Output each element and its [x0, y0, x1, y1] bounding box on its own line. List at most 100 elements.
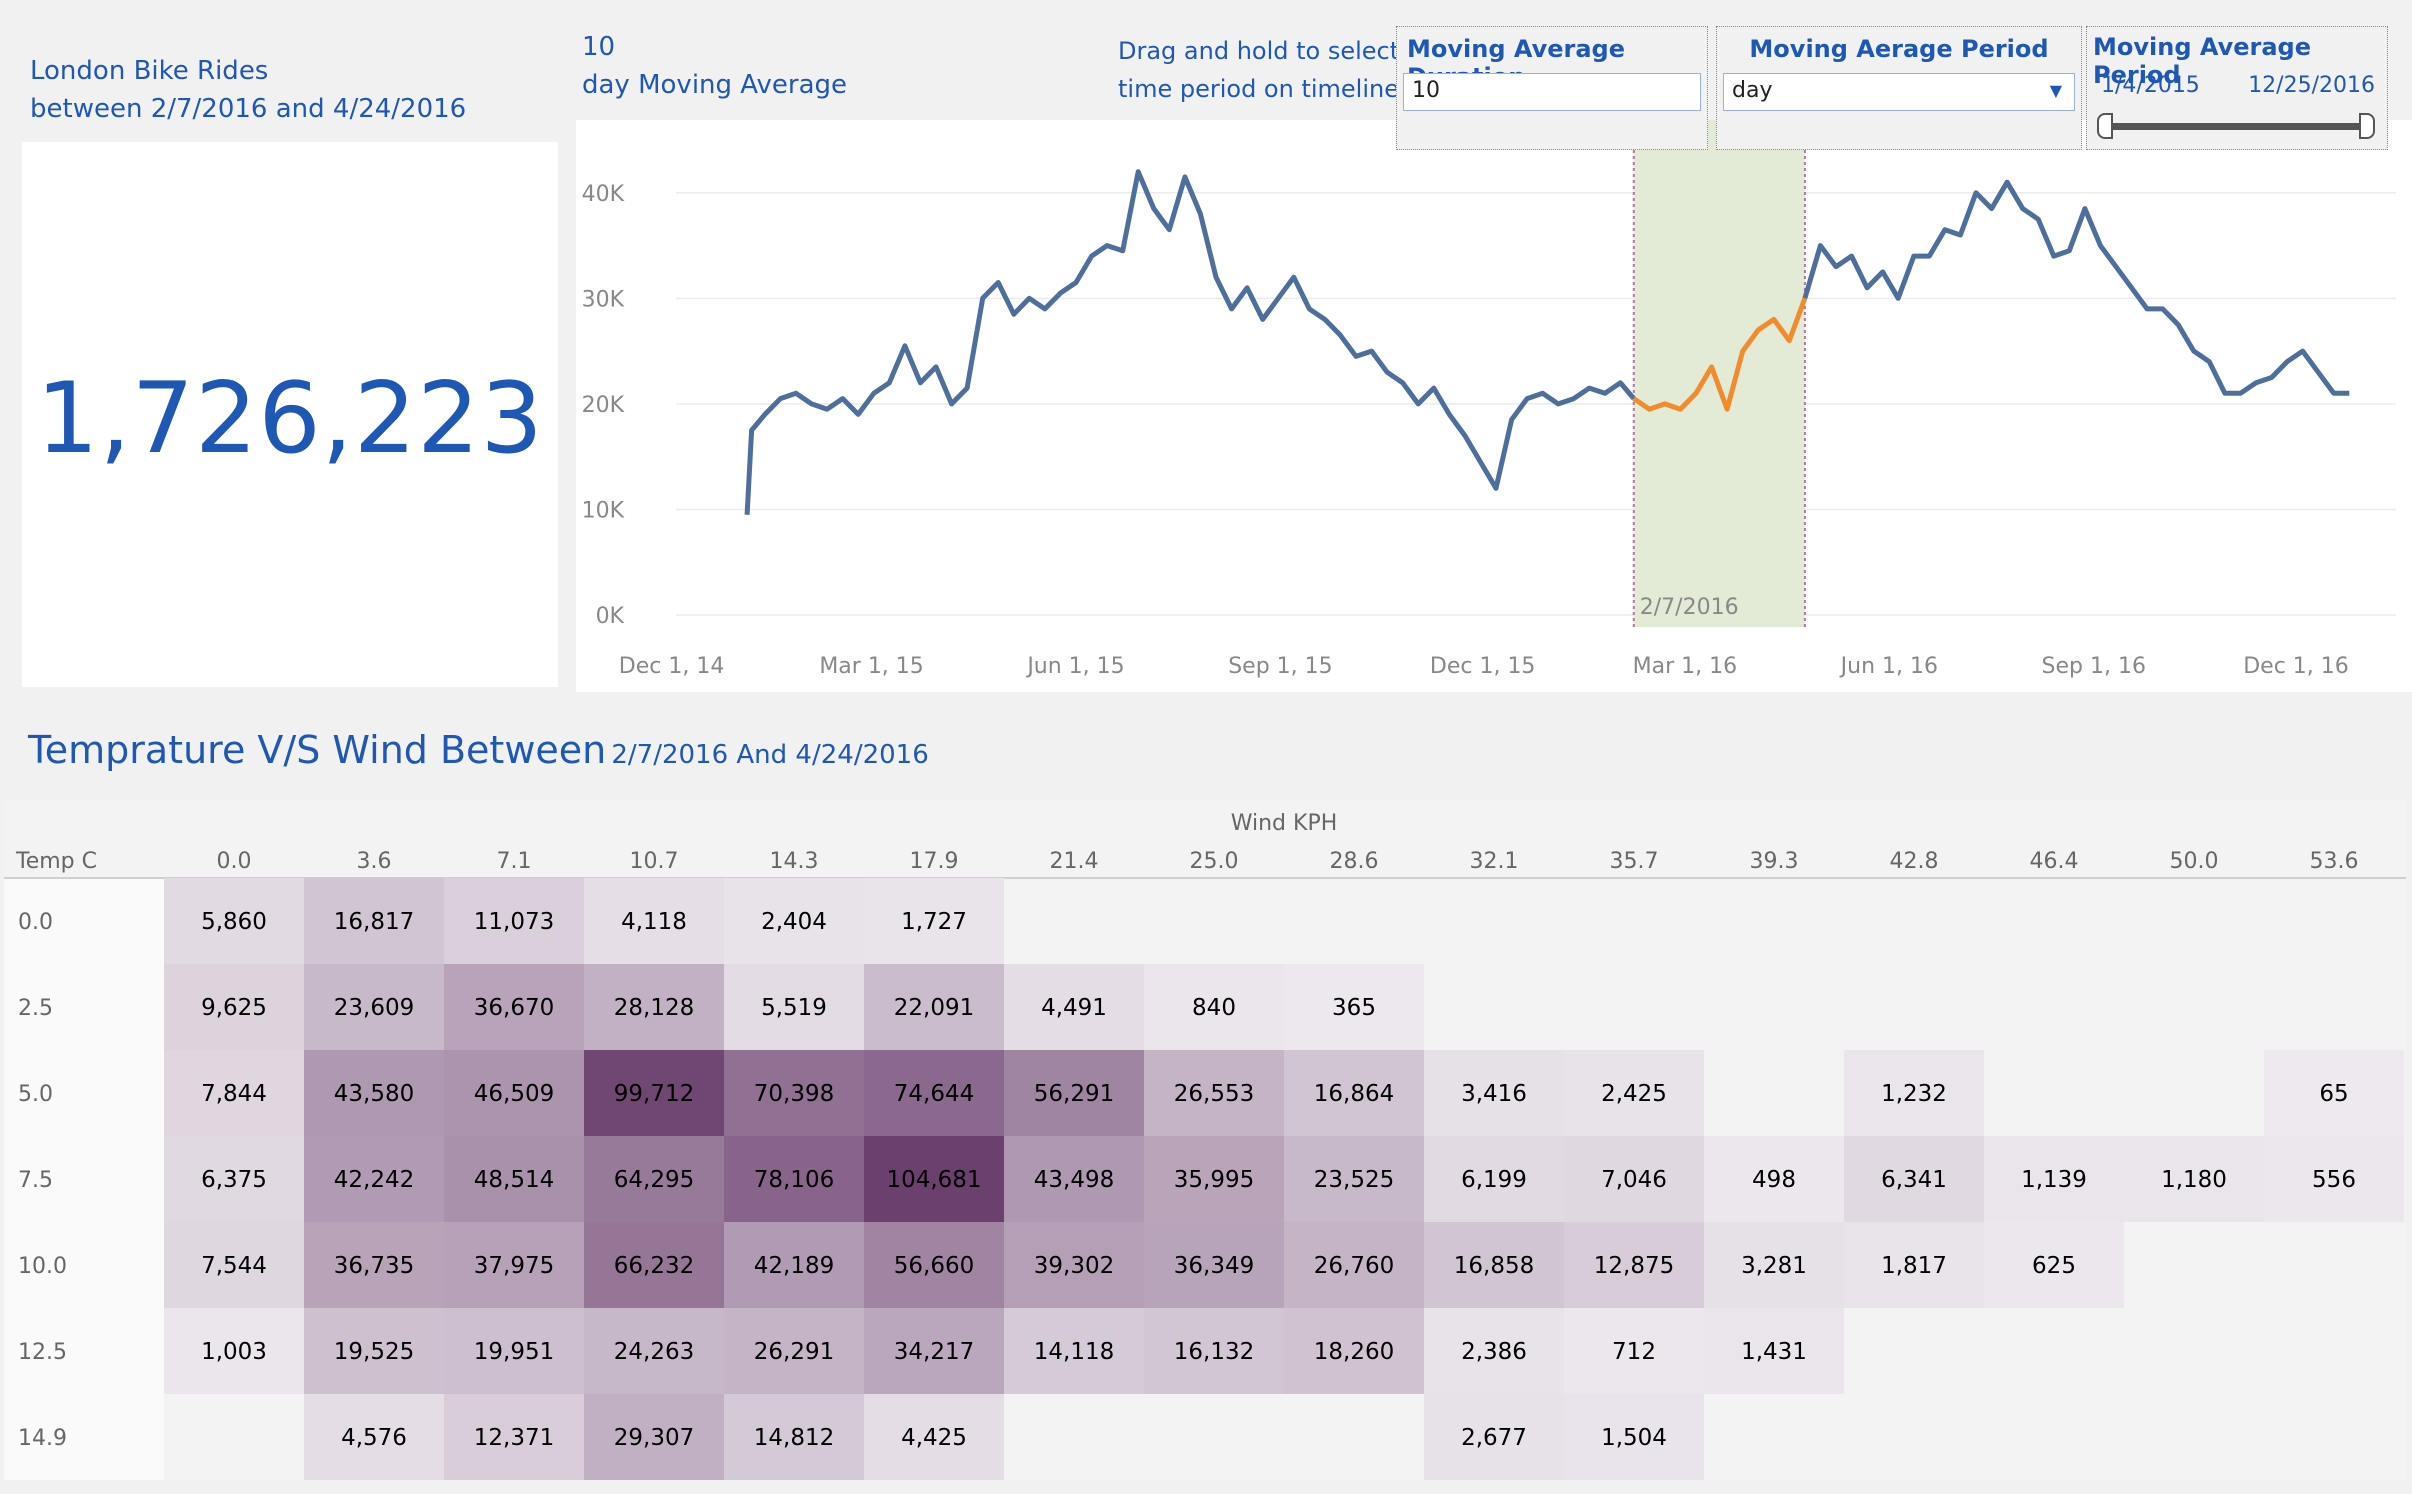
heatmap-cell-label: 1,817 [1881, 1253, 1947, 1279]
heatmap-cell-label: 43,580 [334, 1081, 414, 1107]
heatmap-cell-label: 36,735 [334, 1253, 414, 1279]
heatmap-cell-label: 1,431 [1741, 1339, 1807, 1365]
heatmap-cell-label: 12,371 [474, 1425, 554, 1451]
heatmap-cell-label: 56,660 [894, 1253, 974, 1279]
x-tick-label: Sep 1, 15 [1228, 654, 1332, 679]
heatmap-cell-label: 7,046 [1601, 1167, 1667, 1193]
heatmap-cell-label: 7,844 [201, 1081, 267, 1107]
heatmap-cell-label: 19,951 [474, 1339, 554, 1365]
heatmap-cell-label: 34,217 [894, 1339, 974, 1365]
heatmap-cell-label: 6,341 [1881, 1167, 1947, 1193]
heatmap-cell-label: 1,139 [2021, 1167, 2087, 1193]
column-header: 21.4 [1050, 849, 1099, 874]
heatmap-title-sub: 2/7/2016 And 4/24/2016 [611, 740, 929, 770]
heatmap-cell-label: 16,858 [1454, 1253, 1534, 1279]
heatmap-cell-label: 1,727 [901, 909, 967, 935]
heatmap-cell-label: 7,544 [201, 1253, 267, 1279]
heatmap-cell-label: 26,760 [1314, 1253, 1394, 1279]
heatmap-cell-label: 23,609 [334, 995, 414, 1021]
heatmap-cell-label: 29,307 [614, 1425, 694, 1451]
range-start-handle[interactable] [2097, 113, 2113, 139]
y-tick-label: 30K [582, 287, 625, 312]
row-header: 10.0 [18, 1254, 67, 1279]
heatmap-cell-label: 5,860 [201, 909, 267, 935]
duration-input[interactable]: 10 [1403, 73, 1701, 111]
line-chart-panel[interactable]: 0K 10K 20K 30K 40K Dec 1, 14 Mar 1, 15 Jun 1, 1… [576, 120, 2412, 692]
column-header: 14.3 [770, 849, 819, 874]
heatmap-cell-label: 9,625 [201, 995, 267, 1021]
range-end: 12/25/2016 [2248, 73, 2375, 98]
column-header: 28.6 [1330, 849, 1379, 874]
heatmap-cell-label: 64,295 [614, 1167, 694, 1193]
drag-hint: Drag and hold to select time period on t… [1118, 32, 1399, 108]
heatmap-cell-label: 556 [2312, 1167, 2356, 1193]
column-header: 3.6 [357, 849, 392, 874]
heatmap-cell-label: 26,291 [754, 1339, 834, 1365]
heatmap-cell-label: 16,132 [1174, 1339, 1254, 1365]
heatmap-cell-label: 24,263 [614, 1339, 694, 1365]
column-header: 39.3 [1750, 849, 1799, 874]
temperature-wind-heatmap[interactable]: Wind KPH Temp C 0.0 3.6 7.1 10.7 14.3 17.9 21.4 2… [4, 800, 2406, 1481]
heatmap-cell-label: 56,291 [1034, 1081, 1114, 1107]
heatmap-cell-label: 14,118 [1034, 1339, 1114, 1365]
heatmap-cell-label: 42,189 [754, 1253, 834, 1279]
heatmap-cell-label: 104,681 [886, 1167, 981, 1193]
series-line-before-selection[interactable] [744, 169, 1636, 515]
heatmap-cell-label: 4,576 [341, 1425, 407, 1451]
y-tick-label: 40K [582, 182, 625, 207]
heatmap-cell-label: 3,281 [1741, 1253, 1807, 1279]
y-tick-label: 0K [596, 604, 625, 629]
moving-average-duration-text: 10 [582, 32, 616, 62]
heatmap-cell-label: 16,817 [334, 909, 414, 935]
heatmap-cell-label: 39,302 [1034, 1253, 1114, 1279]
heatmap-cell-label: 1,232 [1881, 1081, 1947, 1107]
column-header: 7.1 [497, 849, 532, 874]
moving-average-line-chart[interactable]: 0K 10K 20K 30K 40K Dec 1, 14 Mar 1, 15 Jun 1, 1… [576, 120, 2412, 692]
y-tick-label: 20K [582, 393, 625, 418]
heatmap-cell-label: 37,975 [474, 1253, 554, 1279]
selection-band[interactable] [1633, 120, 1805, 627]
column-header: 25.0 [1190, 849, 1239, 874]
row-header: 0.0 [18, 910, 53, 935]
heatmap-cell-label: 712 [1612, 1339, 1656, 1365]
period-control: Moving Aerage Period day ▼ [1716, 26, 2082, 150]
heatmap-cell-label: 1,180 [2161, 1167, 2227, 1193]
heatmap-cell-label: 6,375 [201, 1167, 267, 1193]
drag-hint-line2: time period on timeline [1118, 75, 1399, 103]
heatmap-cell-label: 4,491 [1041, 995, 1107, 1021]
row-header: 2.5 [18, 996, 53, 1021]
heatmap-cell-label: 43,498 [1034, 1167, 1114, 1193]
heatmap-cell-label: 22,091 [894, 995, 974, 1021]
series-line-after-selection[interactable] [1802, 179, 2350, 396]
column-header: 35.7 [1610, 849, 1659, 874]
heatmap-cell-label: 12,875 [1594, 1253, 1674, 1279]
period-select[interactable]: day ▼ [1723, 73, 2075, 111]
heatmap-panel: Wind KPH Temp C 0.0 3.6 7.1 10.7 14.3 17.9 21.4 2… [4, 800, 2406, 1481]
heatmap-cell-label: 1,003 [201, 1339, 267, 1365]
heatmap-cell-label: 70,398 [754, 1081, 834, 1107]
heatmap-title-main: Temprature V/S Wind Between [28, 728, 607, 772]
heatmap-cell-label: 46,509 [474, 1081, 554, 1107]
heatmap-cell-label: 36,349 [1174, 1253, 1254, 1279]
range-end-handle[interactable] [2359, 113, 2375, 139]
range-start: 1/4/2015 [2101, 73, 2200, 98]
heatmap-cell-label: 3,416 [1461, 1081, 1527, 1107]
heatmap-cell-label: 74,644 [894, 1081, 974, 1107]
x-tick-label: Mar 1, 16 [1633, 654, 1737, 679]
column-header: 17.9 [910, 849, 959, 874]
heatmap-cell-label: 18,260 [1314, 1339, 1394, 1365]
column-header: 42.8 [1890, 849, 1939, 874]
heatmap-cell-label: 2,386 [1461, 1339, 1527, 1365]
heatmap-cell-label: 11,073 [474, 909, 554, 935]
chevron-down-icon: ▼ [2049, 81, 2062, 100]
row-header: 7.5 [18, 1168, 53, 1193]
kpi-title-line1: London Bike Rides [30, 56, 269, 86]
heatmap-cell-label: 26,553 [1174, 1081, 1254, 1107]
row-header: 14.9 [18, 1426, 67, 1451]
heatmap-cell-label: 23,525 [1314, 1167, 1394, 1193]
heatmap-cell-label: 1,504 [1601, 1425, 1667, 1451]
heatmap-cell-label: 99,712 [614, 1081, 694, 1107]
range-slider-track[interactable] [2105, 123, 2363, 130]
kpi-title-line2: between 2/7/2016 and 4/24/2016 [30, 94, 467, 124]
heatmap-cell-label: 498 [1752, 1167, 1796, 1193]
